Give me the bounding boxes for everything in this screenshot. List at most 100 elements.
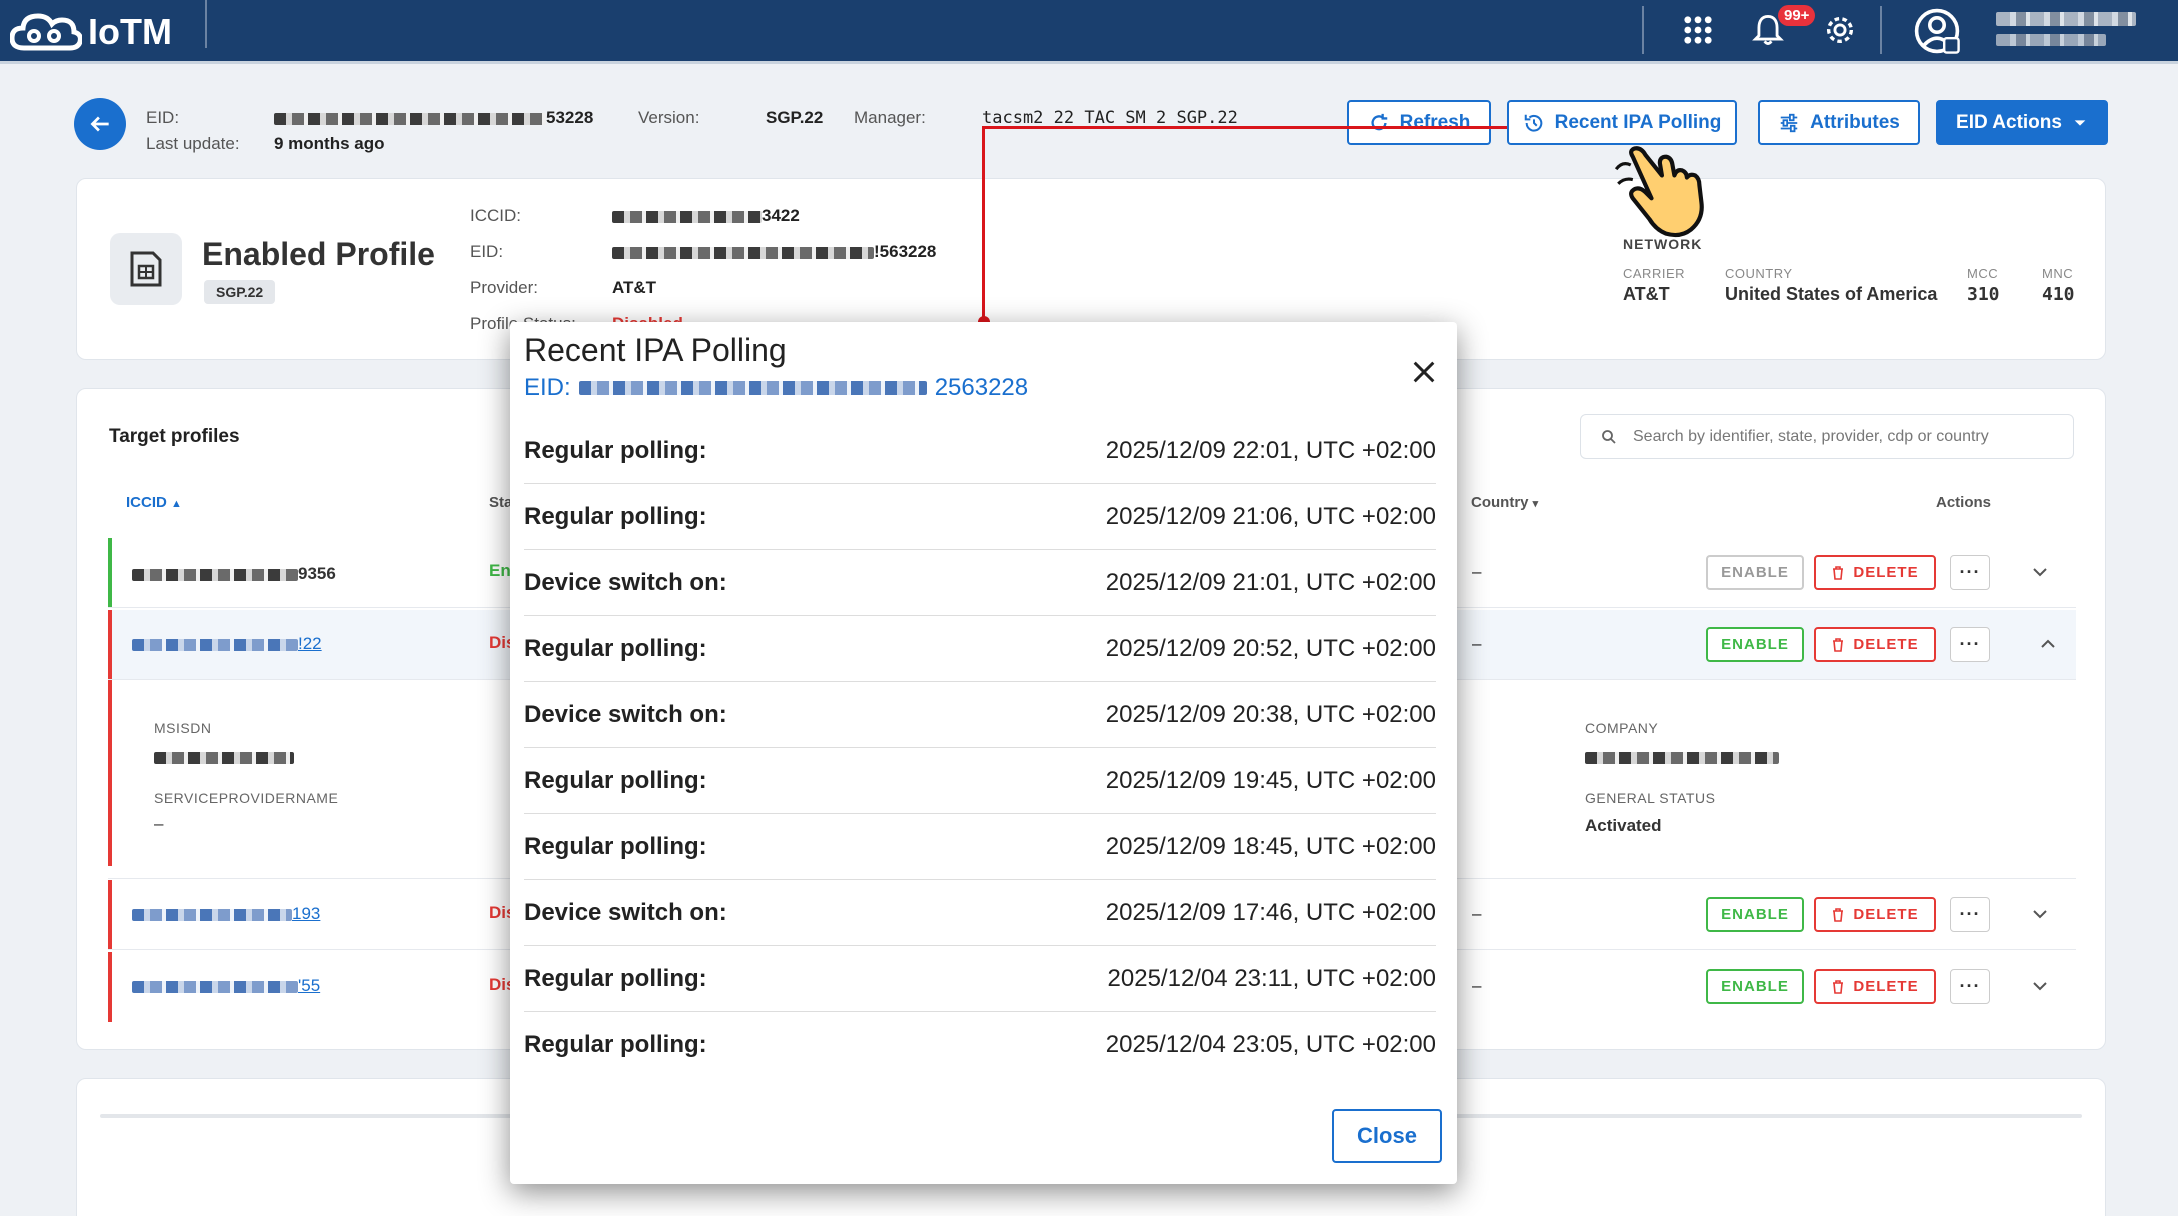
modal-eid-label: EID:: [524, 374, 571, 401]
mnc-label: MNC: [2042, 266, 2074, 281]
column-iccid-header[interactable]: ICCID ▲: [126, 494, 182, 511]
modal-title: Recent IPA Polling: [524, 332, 787, 368]
polling-entry: Regular polling: 2025/12/09 19:45, UTC +…: [524, 748, 1436, 814]
mcc-value: 310: [1967, 284, 2000, 305]
close-icon[interactable]: [1410, 358, 1438, 386]
row-country: –: [1472, 976, 1482, 995]
arrow-left-icon: [90, 116, 109, 132]
polling-time: 2025/12/09 21:01, UTC +02:00: [1105, 568, 1436, 596]
manager-label: Manager:: [854, 108, 926, 127]
polling-entry: Device switch on: 2025/12/09 21:01, UTC …: [524, 550, 1436, 616]
polling-time: 2025/12/09 19:45, UTC +02:00: [1105, 766, 1436, 794]
app-logo[interactable]: IoTM: [10, 8, 172, 56]
eid-value: 53228: [274, 108, 593, 128]
version-value: SGP.22: [766, 108, 824, 127]
modal-close-button[interactable]: Close: [1332, 1109, 1442, 1163]
row-iccid-link[interactable]: '55: [132, 976, 320, 996]
company-value-redacted: [1585, 752, 1779, 764]
polling-entry: Device switch on: 2025/12/09 20:38, UTC …: [524, 682, 1436, 748]
enable-button[interactable]: ENABLE: [1706, 627, 1804, 662]
polling-time: 2025/12/04 23:11, UTC +02:00: [1107, 964, 1436, 992]
trash-icon: [1833, 979, 1844, 994]
polling-type: Regular polling:: [524, 634, 707, 662]
attributes-label: Attributes: [1810, 111, 1900, 133]
more-actions-button[interactable]: ···: [1950, 555, 1990, 590]
polling-entry: Device switch on: 2025/12/09 17:46, UTC …: [524, 880, 1436, 946]
row-status-bar: [108, 610, 112, 679]
row-country: –: [1472, 562, 1482, 581]
cloud-logo-icon: [10, 13, 82, 51]
app-logo-text: IoTM: [88, 11, 172, 52]
more-actions-button[interactable]: ···: [1950, 897, 1990, 932]
sgp-chip: SGP.22: [204, 280, 276, 304]
apps-grid-icon[interactable]: [1678, 10, 1718, 50]
user-avatar-icon[interactable]: [1912, 6, 1962, 56]
target-search-input[interactable]: Search by identifier, state, provider, c…: [1580, 414, 2074, 459]
polling-entry: Regular polling: 2025/12/04 23:05, UTC +…: [524, 1012, 1436, 1078]
row-iccid-link[interactable]: 193: [132, 904, 320, 924]
enable-button[interactable]: ENABLE: [1706, 555, 1804, 590]
provider-value: AT&T: [612, 278, 657, 297]
back-button[interactable]: [74, 98, 126, 150]
profile-eid-value: !563228: [612, 242, 936, 262]
gear-icon[interactable]: [1820, 10, 1860, 50]
last-update-label: Last update:: [146, 134, 240, 153]
polling-time: 2025/12/09 21:06, UTC +02:00: [1105, 502, 1436, 530]
modal-eid-redacted: [578, 381, 927, 395]
chevron-up-icon[interactable]: [2036, 632, 2060, 656]
general-status-value: Activated: [1585, 816, 1662, 835]
eid-actions-button[interactable]: EID Actions: [1936, 100, 2108, 145]
refresh-button[interactable]: Refresh: [1347, 100, 1491, 145]
enabled-profile-title: Enabled Profile: [202, 236, 435, 272]
msisdn-value-redacted: [154, 752, 294, 764]
general-status-label: GENERAL STATUS: [1585, 790, 1716, 806]
attributes-button[interactable]: Attributes: [1758, 100, 1920, 145]
navbar-divider: [205, 0, 207, 48]
spn-value: –: [154, 814, 164, 833]
search-placeholder: Search by identifier, state, provider, c…: [1633, 427, 1989, 445]
chevron-down-icon[interactable]: [2028, 902, 2052, 926]
eid-label: EID:: [146, 108, 180, 127]
row-country: –: [1472, 634, 1482, 653]
polling-type: Device switch on:: [524, 898, 727, 926]
user-org-redacted: [1996, 34, 2106, 46]
row-status-bar: [108, 538, 112, 607]
pointing-hand-cursor-icon: [1614, 146, 1704, 238]
eid-actions-label: EID Actions: [1956, 111, 2062, 133]
spn-label: SERVICEPROVIDERNAME: [154, 790, 339, 806]
chevron-down-icon[interactable]: [2028, 974, 2052, 998]
chevron-down-icon[interactable]: [2028, 560, 2052, 584]
delete-button[interactable]: DELETE: [1814, 897, 1936, 932]
polling-time: 2025/12/04 23:05, UTC +02:00: [1105, 1031, 1436, 1058]
expanded-detail-bar: [108, 680, 112, 866]
trash-icon: [1833, 907, 1844, 922]
recent-ipa-polling-modal: Recent IPA Polling EID: 2563228 Regular …: [510, 322, 1457, 1184]
polling-type: Regular polling:: [524, 1031, 707, 1058]
row-state: En: [489, 561, 511, 580]
trash-icon: [1833, 637, 1844, 652]
row-iccid: 9356: [132, 564, 336, 584]
refresh-label: Refresh: [1399, 111, 1471, 133]
carrier-value: AT&T: [1623, 284, 1670, 304]
more-actions-button[interactable]: ···: [1950, 627, 1990, 662]
enable-button[interactable]: ENABLE: [1706, 969, 1804, 1004]
delete-button[interactable]: DELETE: [1814, 555, 1936, 590]
enable-button[interactable]: ENABLE: [1706, 897, 1804, 932]
column-state-header[interactable]: Sta: [489, 494, 512, 511]
polling-type: Regular polling:: [524, 964, 707, 992]
company-label: COMPANY: [1585, 720, 1659, 736]
more-actions-button[interactable]: ···: [1950, 969, 1990, 1004]
country-label: COUNTRY: [1725, 266, 1793, 281]
delete-button[interactable]: DELETE: [1814, 627, 1936, 662]
user-name-redacted: [1996, 12, 2136, 26]
notification-badge: 99+: [1778, 5, 1816, 26]
delete-button[interactable]: DELETE: [1814, 969, 1936, 1004]
sliders-icon: [1780, 113, 1798, 132]
annotation-line: [982, 126, 1507, 129]
navbar-divider: [1642, 6, 1644, 54]
polling-type: Device switch on:: [524, 700, 727, 728]
row-iccid-link[interactable]: !22: [132, 634, 322, 654]
column-country-header[interactable]: Country ▾: [1471, 494, 1538, 511]
polling-entry: Regular polling: 2025/12/09 22:01, UTC +…: [524, 418, 1436, 484]
annotation-line: [982, 126, 985, 322]
